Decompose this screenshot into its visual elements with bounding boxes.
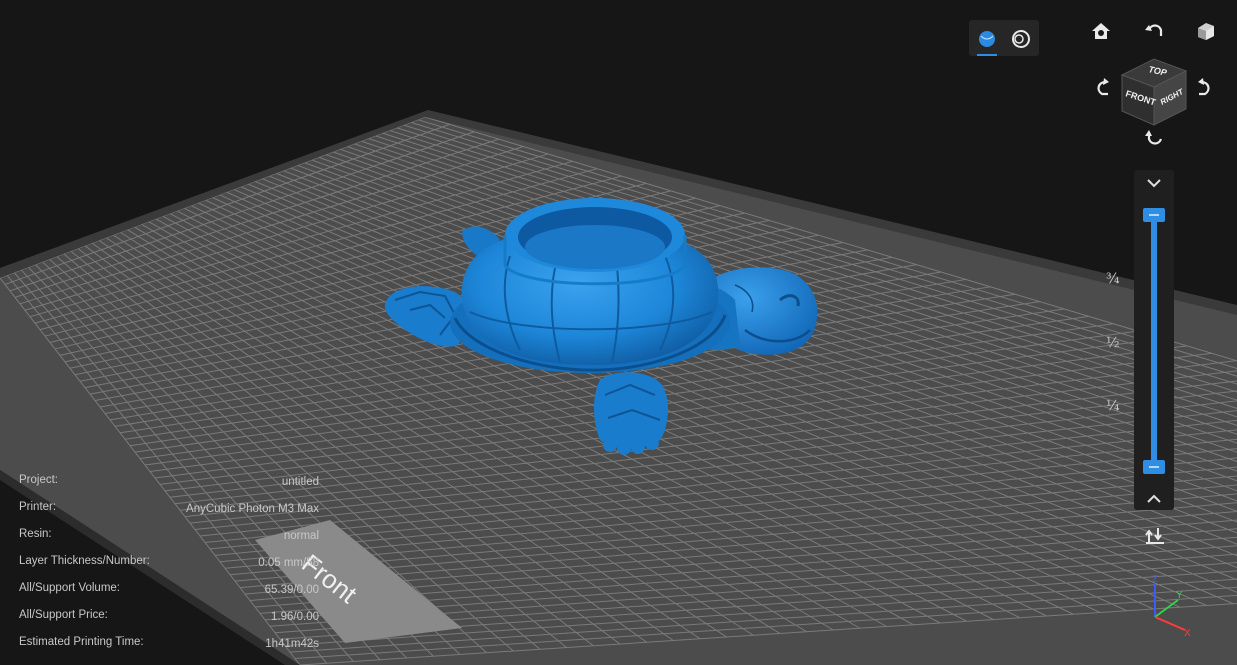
slider-fill xyxy=(1151,218,1157,468)
rotate-right-icon[interactable] xyxy=(1193,74,1219,100)
info-value: 65.39/0.00 xyxy=(264,584,319,596)
info-row-layer-thickness: Layer Thickness/Number: 0.05 mm/58 xyxy=(19,553,319,580)
info-row-resin: Resin: normal xyxy=(19,526,319,553)
info-label: Project: xyxy=(19,474,58,486)
info-label: All/Support Volume: xyxy=(19,582,121,594)
info-label: Printer: xyxy=(19,501,57,513)
solid-view-icon[interactable] xyxy=(974,26,1000,56)
rotate-up-icon[interactable] xyxy=(1141,18,1167,44)
info-label: Estimated Printing Time: xyxy=(19,636,144,648)
info-row-price: All/Support Price: 1.96/0.00 xyxy=(19,607,319,634)
axis-gizmo: Z Y X xyxy=(1152,574,1191,639)
info-label: Layer Thickness/Number: xyxy=(19,555,150,567)
info-value: 1.96/0.00 xyxy=(271,611,319,623)
home-view-icon[interactable] xyxy=(1088,18,1114,44)
info-value: AnyCubic Photon M3 Max xyxy=(186,503,319,515)
rotate-down-icon[interactable] xyxy=(1141,125,1167,151)
iso-view-icon[interactable] xyxy=(1193,18,1219,44)
info-value: 0.05 mm/58 xyxy=(258,557,319,569)
axis-x-label: X xyxy=(1184,628,1191,639)
view-cube[interactable]: TOP FRONT RIGHT xyxy=(1118,45,1190,127)
info-row-project: Project: untitled xyxy=(19,472,319,499)
info-label: Resin: xyxy=(19,528,52,540)
axis-z-label: Z xyxy=(1152,574,1158,585)
info-row-printer: Printer: AnyCubic Photon M3 Max xyxy=(19,499,319,526)
info-row-volume: All/Support Volume: 65.39/0.00 xyxy=(19,580,319,607)
slider-collapse-icon xyxy=(1147,179,1161,188)
view-mode-toggle xyxy=(969,20,1039,56)
slider-expand-icon xyxy=(1147,494,1161,503)
rotate-left-icon[interactable] xyxy=(1088,74,1114,100)
xray-view-icon[interactable] xyxy=(1008,26,1034,52)
slider-tick-3-4: ¾ xyxy=(1106,271,1120,287)
slider-tick-1-4: ¼ xyxy=(1106,398,1120,414)
layer-slider[interactable] xyxy=(1134,170,1174,510)
info-value: normal xyxy=(283,530,319,542)
print-info-panel: Project: untitled Printer: AnyCubic Phot… xyxy=(19,472,319,661)
info-row-print-time: Estimated Printing Time: 1h41m42s xyxy=(19,634,319,661)
layer-height-icon[interactable] xyxy=(1143,522,1169,548)
slider-tick-1-2: ½ xyxy=(1106,335,1120,351)
info-label: All/Support Price: xyxy=(19,609,108,621)
info-value: untitled xyxy=(281,476,319,488)
info-value: 1h41m42s xyxy=(265,638,319,650)
axis-y-label: Y xyxy=(1176,590,1183,601)
